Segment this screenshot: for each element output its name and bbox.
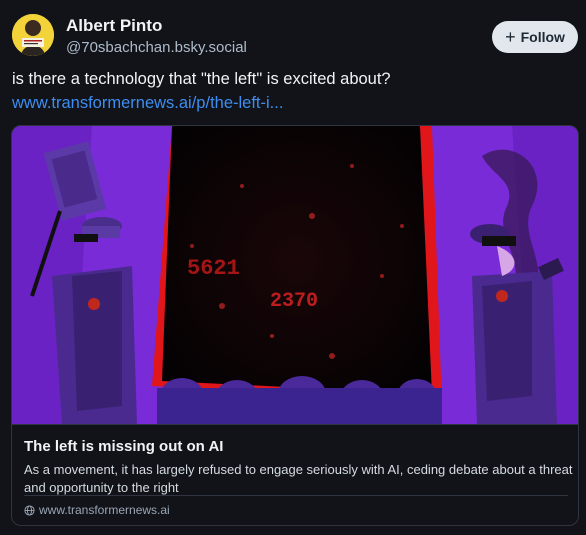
card-image: 5621 2370 <box>12 126 578 424</box>
image-number-1: 5621 <box>187 256 240 281</box>
globe-icon <box>24 504 35 516</box>
card-title[interactable]: The left is missing out on AI <box>24 437 568 456</box>
card-description: As a movement, it has largely refused to… <box>24 462 573 495</box>
post-header: Albert Pinto @70sbachchan.bsky.social + … <box>12 14 578 60</box>
follow-button-label: Follow <box>520 29 565 45</box>
link-card[interactable]: 5621 2370 The left is missing out on AI … <box>11 125 579 526</box>
avatar[interactable] <box>12 14 54 56</box>
author-display-name[interactable]: Albert Pinto <box>66 16 247 36</box>
follow-button[interactable]: + Follow <box>492 21 578 53</box>
author-handle[interactable]: @70sbachchan.bsky.social <box>66 38 247 58</box>
plus-icon: + <box>505 26 516 47</box>
card-body: The left is missing out on AI As a movem… <box>12 424 578 525</box>
post-text: is there a technology that "the left" is… <box>12 70 391 88</box>
card-divider <box>24 495 568 496</box>
post[interactable]: Albert Pinto @70sbachchan.bsky.social + … <box>0 0 586 535</box>
author-info: Albert Pinto @70sbachchan.bsky.social <box>66 16 247 58</box>
avatar-image <box>12 14 54 56</box>
card-domain-text: www.transformernews.ai <box>39 503 170 517</box>
card-domain: www.transformernews.ai <box>24 503 170 517</box>
image-number-2: 2370 <box>270 290 318 313</box>
post-link[interactable]: www.transformernews.ai/p/the-left-i... <box>12 92 283 114</box>
